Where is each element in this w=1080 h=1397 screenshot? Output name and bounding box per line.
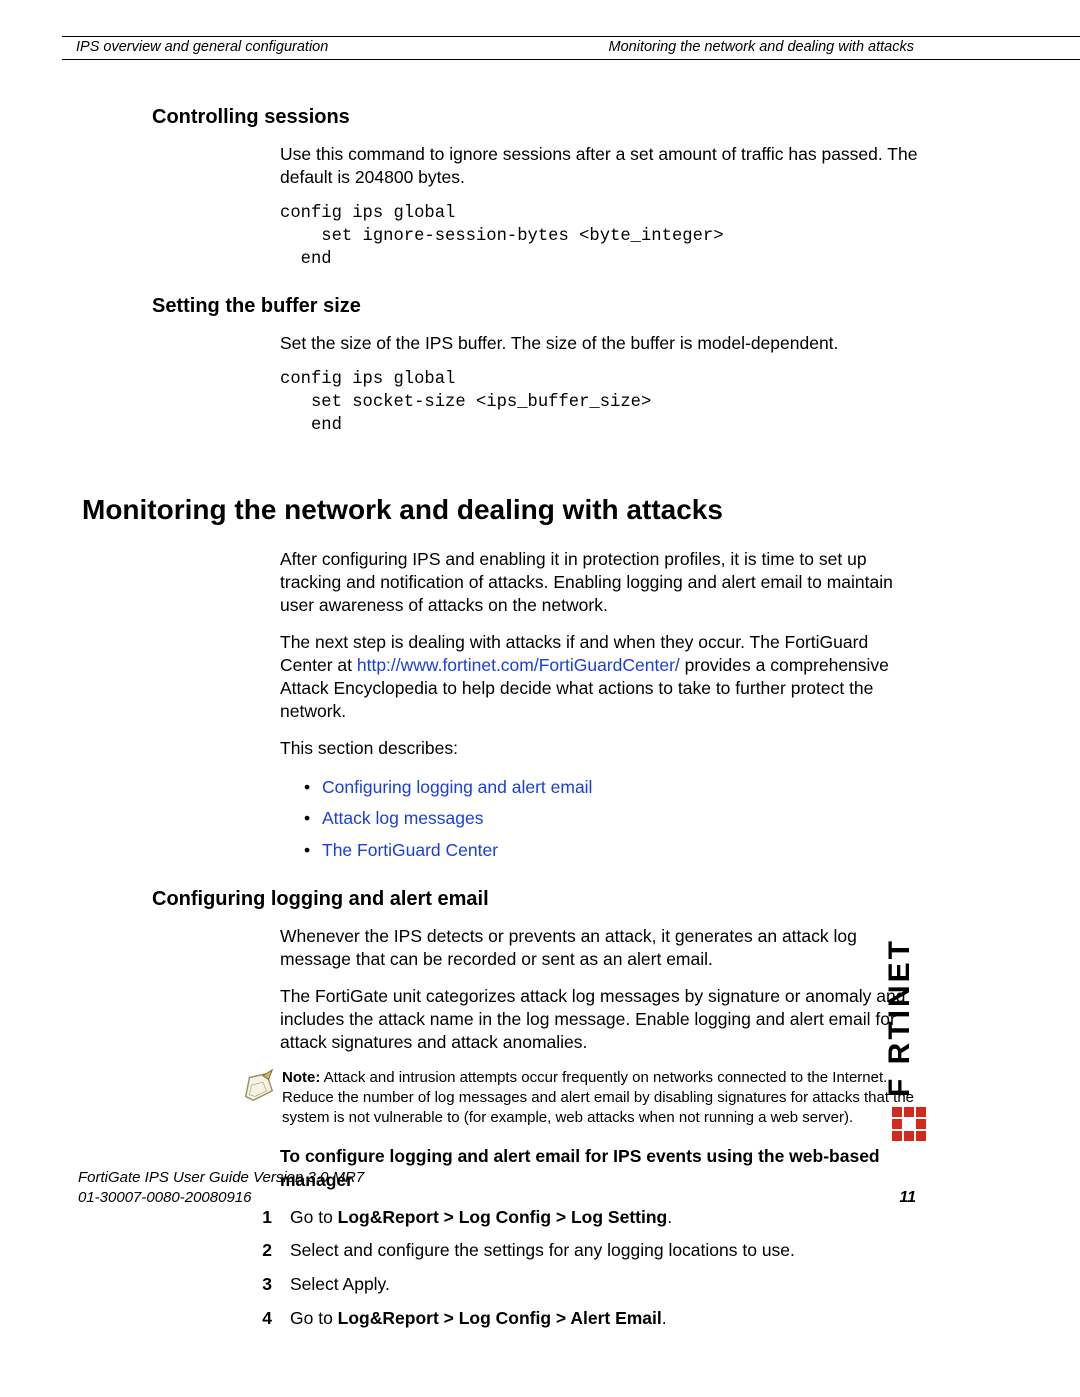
footer-line1: FortiGate IPS User Guide Version 3.0 MR7 — [78, 1168, 364, 1188]
bullet-dot-icon: • — [304, 805, 322, 832]
bullet-dot-icon: • — [304, 774, 322, 801]
note-body: Attack and intrusion attempts occur freq… — [282, 1069, 914, 1126]
configuring-logging-p1: Whenever the IPS detects or prevents an … — [280, 925, 922, 971]
note-icon — [240, 1068, 282, 1127]
page-header-rule: IPS overview and general configuration M… — [62, 36, 1080, 60]
buffer-size-body: Set the size of the IPS buffer. The size… — [280, 332, 922, 355]
page-number: 11 — [899, 1189, 916, 1207]
header-left-text: IPS overview and general configuration — [76, 39, 328, 55]
configuring-logging-p2: The FortiGate unit categorizes attack lo… — [280, 985, 922, 1054]
link-configuring-logging[interactable]: Configuring logging and alert email — [322, 777, 592, 797]
monitoring-p3: This section describes: — [280, 737, 922, 760]
heading-controlling-sessions: Controlling sessions — [152, 106, 922, 129]
step4-c: . — [662, 1308, 667, 1328]
document-page: IPS overview and general configuration M… — [0, 0, 1080, 1397]
task-heading: To configure logging and alert email for… — [280, 1145, 922, 1191]
footer-line2: 01-30007-0080-20080916 — [78, 1188, 364, 1208]
step-text: Go to Log&Report > Log Config > Alert Em… — [290, 1307, 916, 1331]
bullet-item: •Attack log messages — [304, 805, 922, 832]
heading-configuring-logging: Configuring logging and alert email — [152, 888, 922, 911]
step-text: Go to Log&Report > Log Config > Log Sett… — [290, 1206, 916, 1230]
step-number: 3 — [246, 1273, 272, 1297]
monitoring-p1: After configuring IPS and enabling it in… — [280, 548, 922, 617]
step1-path: Log&Report > Log Config > Log Setting — [338, 1207, 668, 1227]
bullet-dot-icon: • — [304, 837, 322, 864]
bullet-item: •Configuring logging and alert email — [304, 774, 922, 801]
step1-c: . — [667, 1207, 672, 1227]
note-text: Note: Attack and intrusion attempts occu… — [282, 1068, 922, 1127]
step4-a: Go to — [290, 1308, 338, 1328]
heading-monitoring-network: Monitoring the network and dealing with … — [82, 494, 922, 526]
page-content: Controlling sessions Use this command to… — [152, 106, 922, 1330]
link-fortiguard-center[interactable]: The FortiGuard Center — [322, 840, 498, 860]
monitoring-p2: The next step is dealing with attacks if… — [280, 631, 922, 723]
controlling-sessions-code: config ips global set ignore-session-byt… — [280, 203, 922, 271]
page-footer: FortiGate IPS User Guide Version 3.0 MR7… — [78, 1168, 364, 1207]
buffer-size-code: config ips global set socket-size <ips_b… — [280, 369, 922, 437]
header-right-text: Monitoring the network and dealing with … — [609, 39, 914, 55]
svg-text:F RTINET: F RTINET — [888, 939, 916, 1097]
step-number: 2 — [246, 1239, 272, 1263]
numbered-steps: 1 Go to Log&Report > Log Config > Log Se… — [246, 1206, 916, 1331]
link-attack-log-messages[interactable]: Attack log messages — [322, 808, 483, 828]
step-text: Select Apply. — [290, 1273, 916, 1297]
bullet-item: •The FortiGuard Center — [304, 837, 922, 864]
step1-a: Go to — [290, 1207, 338, 1227]
step-text: Select and configure the settings for an… — [290, 1239, 916, 1263]
section-bullet-list: •Configuring logging and alert email •At… — [304, 774, 922, 863]
controlling-sessions-body: Use this command to ignore sessions afte… — [280, 143, 922, 189]
step4-path: Log&Report > Log Config > Alert Email — [338, 1308, 662, 1328]
step-number: 4 — [246, 1307, 272, 1331]
heading-setting-buffer-size: Setting the buffer size — [152, 295, 922, 318]
note-block: Note: Attack and intrusion attempts occu… — [240, 1068, 922, 1127]
fortiguard-link[interactable]: http://www.fortinet.com/FortiGuardCenter… — [357, 655, 680, 675]
step-number: 1 — [246, 1206, 272, 1230]
fortinet-logo-icon: F RTINET — [888, 939, 930, 1159]
note-prefix: Note: — [282, 1069, 320, 1086]
